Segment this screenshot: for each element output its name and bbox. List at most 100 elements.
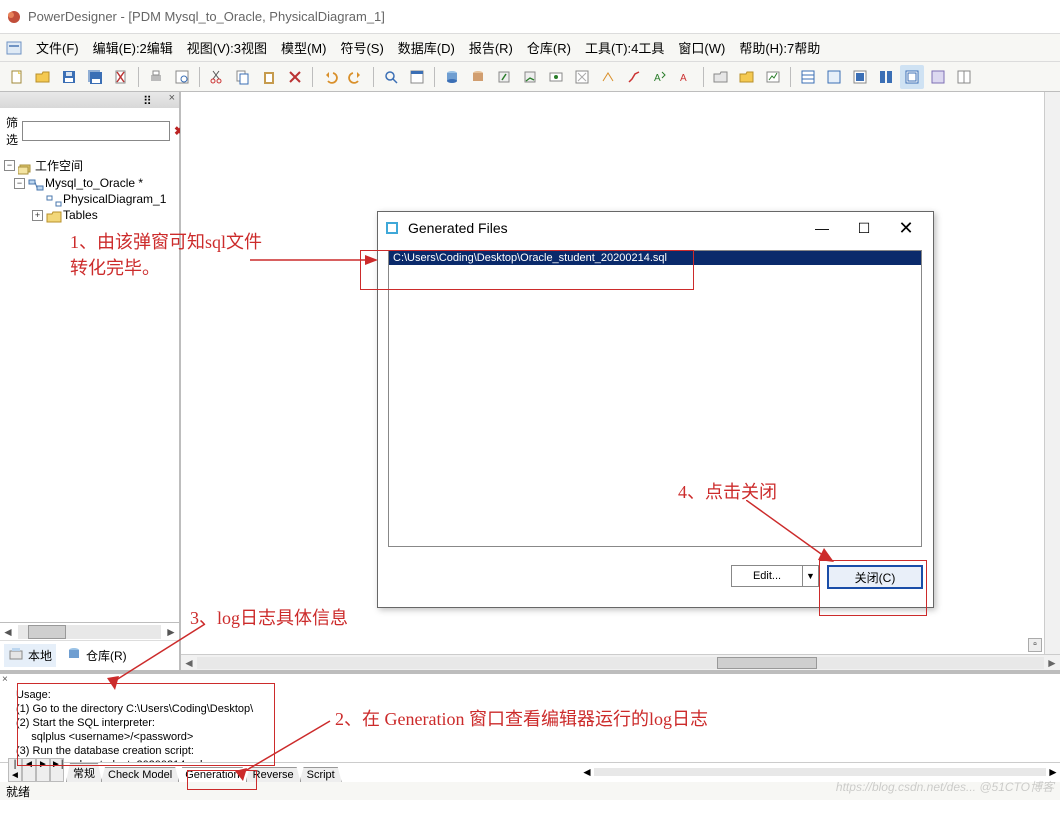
- collapse-icon[interactable]: −: [4, 160, 15, 171]
- menu-database[interactable]: 数据库(D): [392, 36, 461, 59]
- menu-repository[interactable]: 仓库(R): [521, 36, 577, 59]
- hscroll-thumb[interactable]: [717, 657, 817, 669]
- db4-icon[interactable]: [518, 65, 542, 89]
- scroll-thumb[interactable]: [28, 625, 66, 639]
- saveall-icon[interactable]: [83, 65, 107, 89]
- prop-icon[interactable]: [405, 65, 429, 89]
- dialog-close-button[interactable]: 关闭(C): [827, 565, 923, 589]
- tab-repo-label: 仓库(R): [86, 647, 127, 664]
- save-icon[interactable]: [57, 65, 81, 89]
- canvas-vscroll[interactable]: [1044, 92, 1060, 654]
- tree-model[interactable]: − Mysql_to_Oracle *: [4, 175, 175, 191]
- scroll-right-icon[interactable]: ►: [163, 625, 179, 639]
- output-tab-check[interactable]: Check Model: [101, 767, 179, 782]
- hscroll-left-icon[interactable]: ◄: [181, 656, 197, 670]
- db7-icon[interactable]: [596, 65, 620, 89]
- hscroll-track[interactable]: [197, 657, 1044, 669]
- sidebar-head: ⠿ ×: [0, 92, 179, 108]
- dialog-edit-input[interactable]: [731, 565, 803, 587]
- nav-last-icon[interactable]: ►|: [50, 758, 64, 782]
- tree-diagram[interactable]: PhysicalDiagram_1: [4, 191, 175, 207]
- delete-icon[interactable]: [283, 65, 307, 89]
- menu-edit[interactable]: 编辑(E):2编辑: [87, 36, 179, 59]
- scroll-track[interactable]: [18, 625, 161, 639]
- find-icon[interactable]: [379, 65, 403, 89]
- file-list-item[interactable]: C:\Users\Coding\Desktop\Oracle_student_2…: [389, 251, 921, 265]
- new-icon[interactable]: [5, 65, 29, 89]
- db9-icon[interactable]: A: [648, 65, 672, 89]
- collapse-icon[interactable]: −: [14, 178, 25, 189]
- cut-icon[interactable]: [205, 65, 229, 89]
- nav-first-icon[interactable]: |◄: [8, 758, 22, 782]
- db6-icon[interactable]: [570, 65, 594, 89]
- copy-icon[interactable]: [231, 65, 255, 89]
- redo-icon[interactable]: [344, 65, 368, 89]
- close-doc-icon[interactable]: [109, 65, 133, 89]
- sidebar-close-icon[interactable]: ×: [169, 92, 175, 104]
- dock-grip-icon[interactable]: ⠿: [143, 94, 155, 104]
- dialog-max-icon[interactable]: ☐: [843, 214, 885, 242]
- tree-tables[interactable]: + Tables: [4, 207, 175, 223]
- fld2-icon[interactable]: [735, 65, 759, 89]
- grid1-icon[interactable]: [796, 65, 820, 89]
- output-tab-nav: |◄ ◄ ► ►|: [8, 758, 64, 782]
- menu-icon: [6, 40, 22, 56]
- canvas-zoom-icon[interactable]: ▫: [1028, 638, 1042, 652]
- undo-icon[interactable]: [318, 65, 342, 89]
- expand-icon[interactable]: +: [32, 210, 43, 221]
- menu-window[interactable]: 窗口(W): [672, 36, 731, 59]
- open-icon[interactable]: [31, 65, 55, 89]
- output-close-icon[interactable]: ×: [0, 674, 1060, 686]
- grid3-icon[interactable]: [848, 65, 872, 89]
- menu-tool[interactable]: 工具(T):4工具: [579, 36, 670, 59]
- filter-input[interactable]: [22, 121, 170, 141]
- grid5-icon[interactable]: [900, 65, 924, 89]
- grid6-icon[interactable]: [926, 65, 950, 89]
- oscroll-left-icon[interactable]: ◄: [580, 765, 594, 779]
- menu-help[interactable]: 帮助(H):7帮助: [733, 36, 826, 59]
- titlebar: PowerDesigner - [PDM Mysql_to_Oracle, Ph…: [0, 0, 1060, 34]
- local-icon: [8, 646, 24, 665]
- dialog-close-icon[interactable]: ✕: [885, 214, 927, 242]
- sidebar-scroll[interactable]: ◄ ►: [0, 622, 179, 640]
- menu-model[interactable]: 模型(M): [275, 36, 333, 59]
- dialog-edit-combo[interactable]: ▼: [731, 565, 819, 587]
- output-tab-reverse[interactable]: Reverse: [246, 767, 301, 782]
- print-icon[interactable]: [144, 65, 168, 89]
- status-text: 就绪: [6, 783, 30, 800]
- menu-report[interactable]: 报告(R): [463, 36, 519, 59]
- oscroll-right-icon[interactable]: ►: [1046, 765, 1060, 779]
- tab-repo[interactable]: 仓库(R): [62, 644, 131, 667]
- db1-icon[interactable]: [440, 65, 464, 89]
- fld1-icon[interactable]: [709, 65, 733, 89]
- dialog-body: C:\Users\Coding\Desktop\Oracle_student_2…: [378, 244, 933, 557]
- grid7-icon[interactable]: [952, 65, 976, 89]
- output-tab-general[interactable]: 常规: [66, 763, 102, 782]
- grid2-icon[interactable]: [822, 65, 846, 89]
- db10-icon[interactable]: A: [674, 65, 698, 89]
- db2-icon[interactable]: [466, 65, 490, 89]
- canvas-hscroll[interactable]: ◄ ►: [181, 654, 1060, 670]
- menu-symbol[interactable]: 符号(S): [334, 36, 389, 59]
- hscroll-right-icon[interactable]: ►: [1044, 656, 1060, 670]
- db5-icon[interactable]: [544, 65, 568, 89]
- db3-icon[interactable]: [492, 65, 516, 89]
- combo-down-icon[interactable]: ▼: [803, 565, 819, 587]
- output-tab-script[interactable]: Script: [300, 767, 342, 782]
- paste-icon[interactable]: [257, 65, 281, 89]
- fld3-icon[interactable]: [761, 65, 785, 89]
- scroll-left-icon[interactable]: ◄: [0, 625, 16, 639]
- grid4-icon[interactable]: [874, 65, 898, 89]
- dialog-min-icon[interactable]: —: [801, 214, 843, 242]
- dialog-titlebar[interactable]: Generated Files — ☐ ✕: [378, 212, 933, 244]
- db8-icon[interactable]: [622, 65, 646, 89]
- menu-view[interactable]: 视图(V):3视图: [181, 36, 273, 59]
- output-tab-generation[interactable]: Generation: [178, 767, 246, 782]
- tab-local[interactable]: 本地: [4, 644, 56, 667]
- nav-next-icon[interactable]: ►: [36, 758, 50, 782]
- tree-root[interactable]: − 工作空间: [4, 156, 175, 175]
- preview-icon[interactable]: [170, 65, 194, 89]
- nav-prev-icon[interactable]: ◄: [22, 758, 36, 782]
- dialog-file-list[interactable]: C:\Users\Coding\Desktop\Oracle_student_2…: [388, 250, 922, 547]
- menu-file[interactable]: 文件(F): [30, 36, 85, 59]
